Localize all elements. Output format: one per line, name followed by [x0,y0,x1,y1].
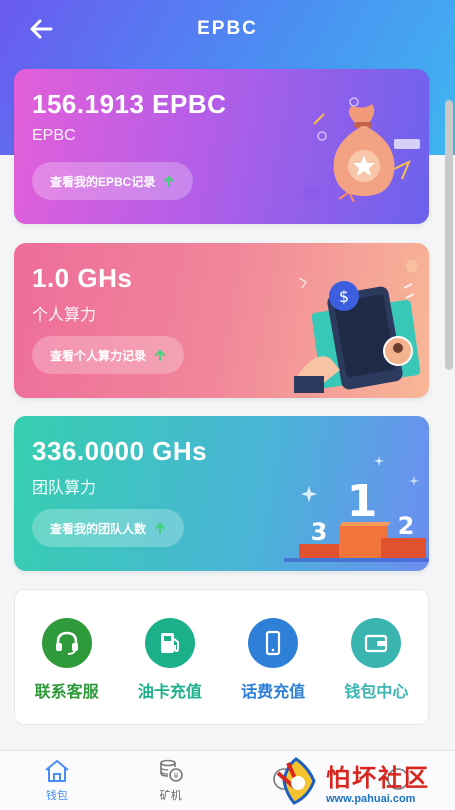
arrow-up-icon [155,522,166,534]
menu-contact-service[interactable]: 联系客服 [17,618,117,702]
svg-text:1: 1 [347,476,378,527]
mobile-phone-icon [248,618,299,668]
coins-icon: ¥ [159,759,183,782]
back-button[interactable] [26,14,56,44]
tab-wallet-label: 钱包 [45,790,68,802]
top-bar: EPBC [0,0,455,58]
personal-hashrate-record-button-label: 查看个人算力记录 [50,348,147,363]
podium-icon: 1 3 2 [284,456,429,562]
watermark: 怕坏社区 www.pahuai.com [268,752,455,810]
fuel-pump-icon [144,618,195,668]
phone-in-hand-icon: $ [294,260,421,393]
personal-hashrate-value: 1.0 GHs [32,263,133,293]
watermark-url: www.pahuai.com [326,792,416,805]
svg-text:2: 2 [398,512,415,540]
menu-phone-recharge[interactable]: 话费充值 [223,618,323,702]
team-hashrate-card: 336.0000 GHs 团队算力 查看我的团队人数 1 3 2 [14,416,429,571]
epbc-record-button-label: 查看我的EPBC记录 [50,174,156,189]
wallet-icon [351,618,402,668]
team-members-button[interactable]: 查看我的团队人数 [32,509,185,547]
watermark-title: 怕坏社区 [326,762,430,792]
tab-wallet[interactable]: 钱包 [17,758,97,803]
arrow-up-icon [164,175,175,187]
home-icon [45,760,69,782]
menu-fuel-card-recharge-label: 油卡充值 [137,684,202,701]
team-hashrate-label: 团队算力 [32,480,97,497]
headset-icon [41,618,92,668]
quick-menu: 联系客服 油卡充值 话费充值 钱包中心 [14,589,429,725]
team-members-button-label: 查看我的团队人数 [50,521,147,536]
svg-text:¥: ¥ [173,772,178,781]
svg-text:$: $ [339,287,349,306]
personal-hashrate-card: 1.0 GHs 个人算力 查看个人算力记录 $ [14,243,429,398]
personal-hashrate-record-button[interactable]: 查看个人算力记录 [32,336,185,374]
money-bag-icon [303,97,420,203]
menu-contact-service-label: 联系客服 [34,684,99,701]
watermark-logo-icon [276,757,316,805]
arrow-up-icon [155,349,166,361]
svg-text:3: 3 [311,518,328,546]
epbc-balance-label: EPBC [32,127,76,144]
page-title: EPBC [197,18,258,39]
menu-wallet-center[interactable]: 钱包中心 [326,618,426,702]
epbc-balance-value: 156.1913 EPBC [32,89,227,119]
scrollbar[interactable] [445,100,453,370]
epbc-record-button[interactable]: 查看我的EPBC记录 [32,162,194,200]
personal-hashrate-label: 个人算力 [32,307,97,324]
arrow-left-icon [30,19,53,39]
menu-fuel-card-recharge[interactable]: 油卡充值 [120,618,220,702]
tab-miner-label: 矿机 [159,790,182,802]
tab-miner[interactable]: ¥ 矿机 [131,758,211,803]
menu-phone-recharge-label: 话费充值 [241,684,306,701]
epbc-balance-card: 156.1913 EPBC EPBC 查看我的EPBC记录 [14,69,429,224]
menu-wallet-center-label: 钱包中心 [344,684,409,701]
team-hashrate-value: 336.0000 GHs [32,436,208,466]
